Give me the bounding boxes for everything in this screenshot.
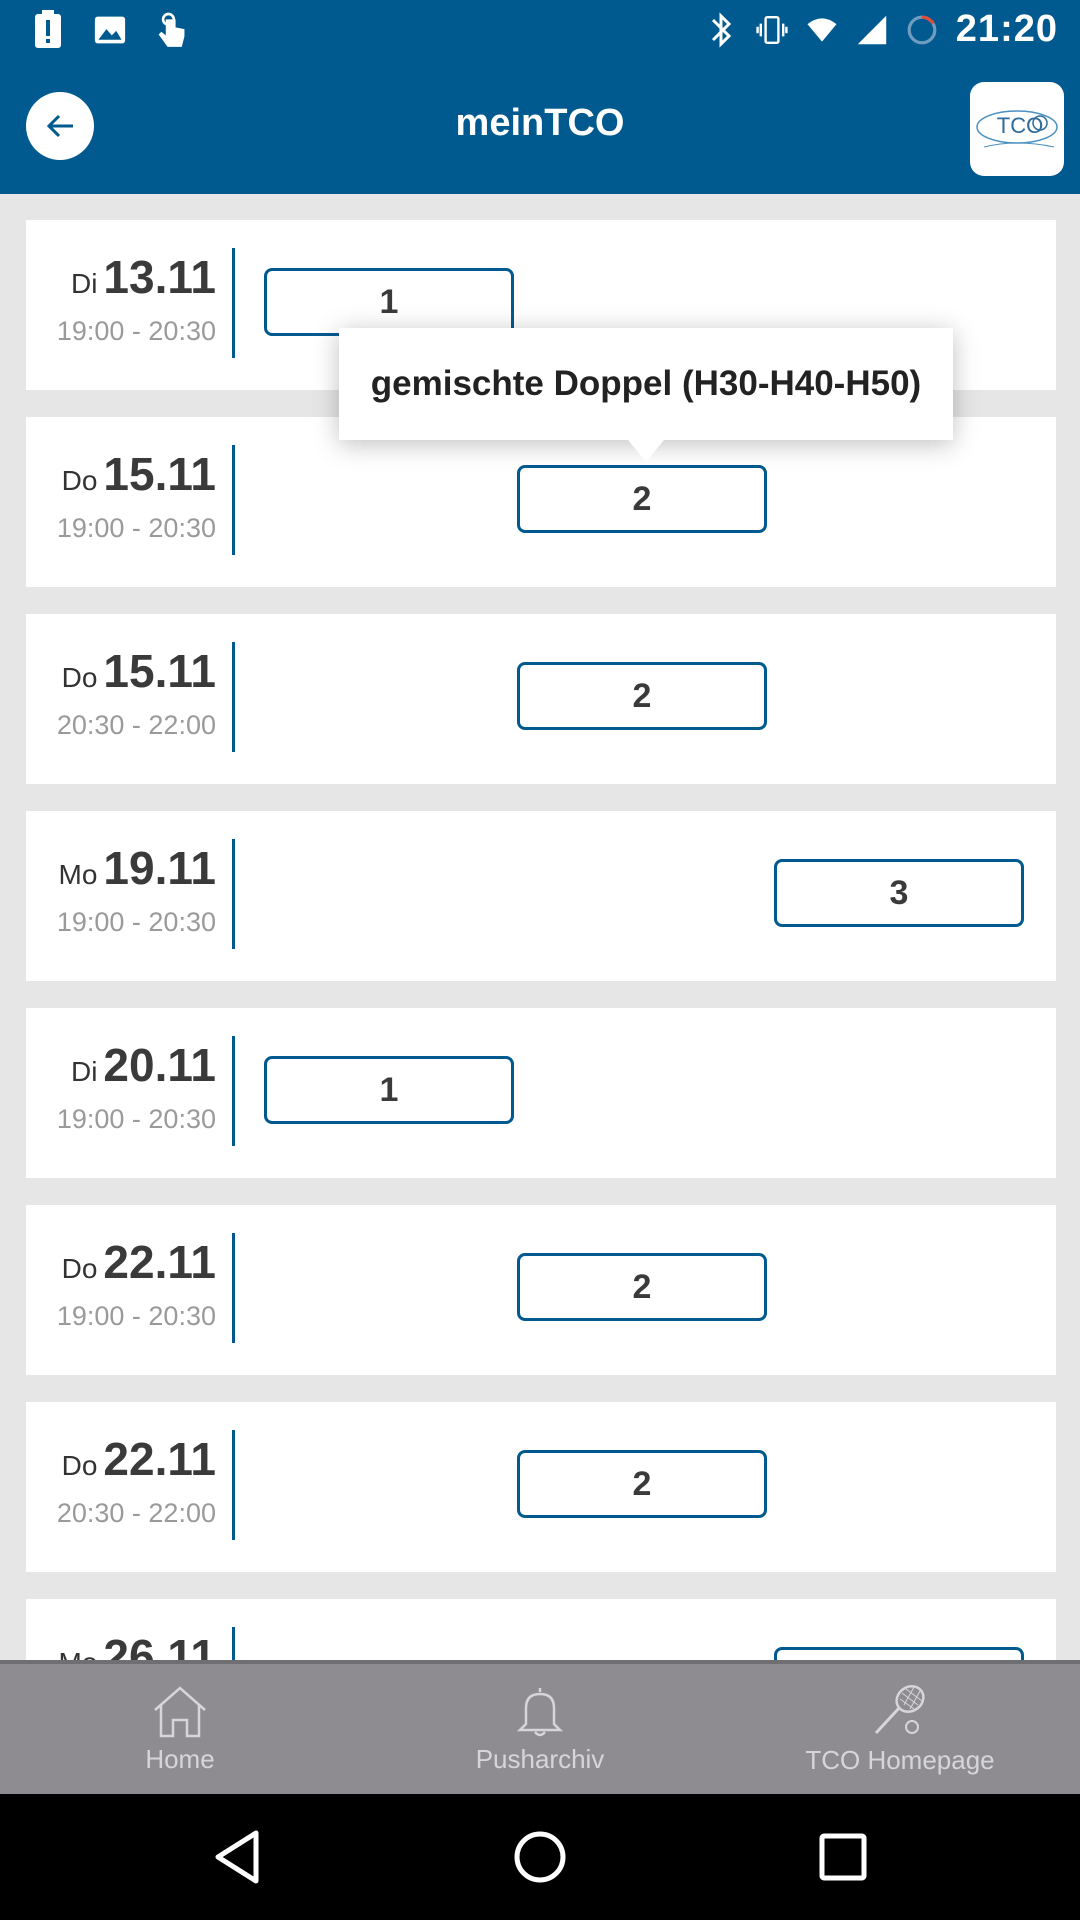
slot-day: Di [70, 268, 98, 299]
slot-day: Mo [59, 1647, 98, 1660]
loading-icon [906, 10, 938, 50]
home-icon [154, 1685, 206, 1737]
vibrate-icon [756, 10, 788, 50]
slot-card: Do 15.11 19:00 - 20:30 2 [26, 417, 1056, 587]
divider [232, 642, 235, 752]
bluetooth-icon [706, 10, 738, 50]
tennis-racket-icon [874, 1684, 925, 1734]
alert-icon [32, 10, 64, 50]
slot-time: 19:00 - 20:30 [56, 907, 216, 937]
android-nav-bar [0, 1794, 1080, 1920]
nav-pusharchiv[interactable]: Pusharchiv [380, 1664, 700, 1794]
slot-date-value: 19.11 [103, 842, 216, 894]
slot-day: Mo [58, 859, 98, 890]
wifi-icon [806, 10, 838, 50]
status-bar: 21:20 [0, 0, 1080, 62]
slot-date: Do 22.11 20:30 - 22:00 [26, 1402, 232, 1572]
signal-icon [856, 10, 888, 50]
tooltip-arrow [628, 440, 664, 462]
slot-time: 19:00 - 20:30 [56, 316, 216, 346]
nav-tco-homepage[interactable]: TCO Homepage [740, 1664, 1060, 1794]
slot-date-value: 22.11 [103, 1433, 216, 1485]
recents-square-icon[interactable] [810, 1824, 876, 1890]
slot-card: Mo 19.11 19:00 - 20:30 3 [26, 811, 1056, 981]
divider [232, 1430, 235, 1540]
court-button[interactable]: 1 [264, 1056, 514, 1124]
slot-date-value: 15.11 [103, 448, 216, 500]
nav-pusharchiv-label: Pusharchiv [475, 1743, 605, 1774]
court-button[interactable]: 2 [517, 465, 767, 533]
nav-home[interactable]: Home [20, 1664, 340, 1794]
slot-date-value: 22.11 [103, 1236, 216, 1288]
divider [232, 445, 235, 555]
touch-icon [156, 10, 188, 50]
back-triangle-icon[interactable] [204, 1824, 270, 1890]
slot-day: Do [61, 1253, 98, 1284]
slot-time: 19:00 - 20:30 [56, 1301, 216, 1331]
app-bar: meinTCO TCO [0, 62, 1080, 194]
tooltip: gemischte Doppel (H30-H40-H50) [339, 328, 953, 440]
divider [232, 1036, 235, 1146]
slot-time: 19:00 - 20:30 [56, 513, 216, 543]
home-circle-icon[interactable] [507, 1824, 573, 1890]
court-button[interactable]: 3 [774, 859, 1024, 927]
slot-time: 19:00 - 20:30 [56, 1104, 216, 1134]
slot-time: 20:30 - 22:00 [56, 710, 216, 740]
slot-date-value: 13.11 [103, 251, 216, 303]
image-icon [94, 10, 126, 50]
divider [232, 1233, 235, 1343]
slot-date-value: 20.11 [103, 1039, 216, 1091]
slot-date: Do 22.11 19:00 - 20:30 [26, 1205, 232, 1375]
slot-card: Di 20.11 19:00 - 20:30 1 [26, 1008, 1056, 1178]
slot-card: Do 22.11 19:00 - 20:30 2 [26, 1205, 1056, 1375]
slot-card: Mo 26.11 3 [26, 1599, 1056, 1660]
nav-tco-homepage-label: TCO Homepage [805, 1744, 995, 1775]
slot-date-value: 15.11 [103, 645, 216, 697]
slot-date-value: 26.11 [103, 1630, 216, 1660]
slot-time: 20:30 - 22:00 [56, 1498, 216, 1528]
slot-date: Mo 19.11 19:00 - 20:30 [26, 811, 232, 981]
nav-home-label: Home [145, 1743, 215, 1774]
divider [232, 248, 235, 358]
slot-date: Do 15.11 19:00 - 20:30 [26, 417, 232, 587]
slot-date: Di 20.11 19:00 - 20:30 [26, 1008, 232, 1178]
court-button[interactable]: 2 [517, 1253, 767, 1321]
slot-day: Do [61, 1450, 98, 1481]
bell-icon [516, 1687, 564, 1736]
court-button[interactable]: 2 [517, 1450, 767, 1518]
slot-day: Do [61, 465, 98, 496]
slot-day: Do [61, 662, 98, 693]
divider [232, 839, 235, 949]
slot-card: Do 15.11 20:30 - 22:00 2 [26, 614, 1056, 784]
court-button[interactable]: 2 [517, 662, 767, 730]
bottom-nav: Home Pusharchiv TCO Homepage [0, 1660, 1080, 1794]
slot-card: Do 22.11 20:30 - 22:00 2 [26, 1402, 1056, 1572]
tco-logo[interactable]: TCO [970, 82, 1064, 176]
slot-date: Do 15.11 20:30 - 22:00 [26, 614, 232, 784]
slot-date: Mo 26.11 [26, 1599, 232, 1660]
slot-date: Di 13.11 19:00 - 20:30 [26, 220, 232, 390]
page-title: meinTCO [455, 102, 625, 144]
court-button[interactable]: 1 [264, 268, 514, 336]
slot-day: Di [70, 1056, 98, 1087]
clock: 21:20 [955, 8, 1058, 50]
court-button[interactable]: 3 [774, 1647, 1024, 1660]
divider [232, 1627, 235, 1660]
